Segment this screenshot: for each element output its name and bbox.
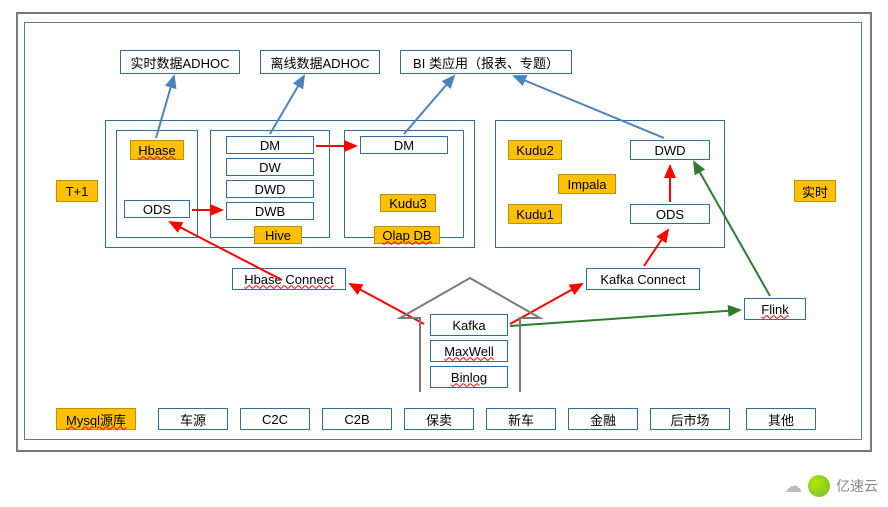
box-kudu2: Kudu2 [508,140,562,160]
box-bi-apps: BI 类应用（报表、专题） [400,50,572,74]
box-mysql-src: Mysql源库 [56,408,136,430]
text-binlog: Binlog [451,370,487,385]
box-dwd-hive: DWD [226,180,314,198]
box-dm-olap: DM [360,136,448,154]
box-kafka: Kafka [430,314,508,336]
text-mysql: Mysql源库 [66,410,126,429]
watermark-cloud-icon: ☁ [784,476,802,497]
box-adhoc-realtime: 实时数据ADHOC [120,50,240,74]
box-dwd-rt: DWD [630,140,710,160]
box-qita: 其他 [746,408,816,430]
box-kudu3: Kudu3 [380,194,436,212]
box-dw: DW [226,158,314,176]
label-t-plus-1: T+1 [56,180,98,202]
box-olap-db: Olap DB [374,226,440,244]
box-binlog: Binlog [430,366,508,388]
box-ods-rt: ODS [630,204,710,224]
watermark-logo-icon [808,475,830,497]
box-cheyuan: 车源 [158,408,228,430]
box-adhoc-offline: 离线数据ADHOC [260,50,380,74]
box-hbase: Hbase [130,140,184,160]
box-dwb: DWB [226,202,314,220]
box-baomai: 保卖 [404,408,474,430]
box-kafka-connect: Kafka Connect [586,268,700,290]
box-hive: Hive [254,226,302,244]
box-hbase-connect: Hbase Connect [232,268,346,290]
box-xinche: 新车 [486,408,556,430]
box-flink: Flink [744,298,806,320]
box-ods-left: ODS [124,200,190,218]
watermark: ☁ 亿速云 [784,475,878,497]
box-maxwell: MaxWell [430,340,508,362]
box-houshichang: 后市场 [650,408,730,430]
box-dm-hive: DM [226,136,314,154]
box-c2b: C2B [322,408,392,430]
label-realtime: 实时 [794,180,836,202]
box-c2c: C2C [240,408,310,430]
text-hbase-connect: Hbase Connect [244,272,334,287]
box-impala: Impala [558,174,616,194]
text-flink: Flink [761,302,788,317]
box-kudu1: Kudu1 [508,204,562,224]
text-olap: Olap DB [382,228,431,243]
text-hbase: Hbase [138,143,176,158]
text-maxwell: MaxWell [444,344,494,359]
box-jinrong: 金融 [568,408,638,430]
watermark-text: 亿速云 [836,476,878,496]
